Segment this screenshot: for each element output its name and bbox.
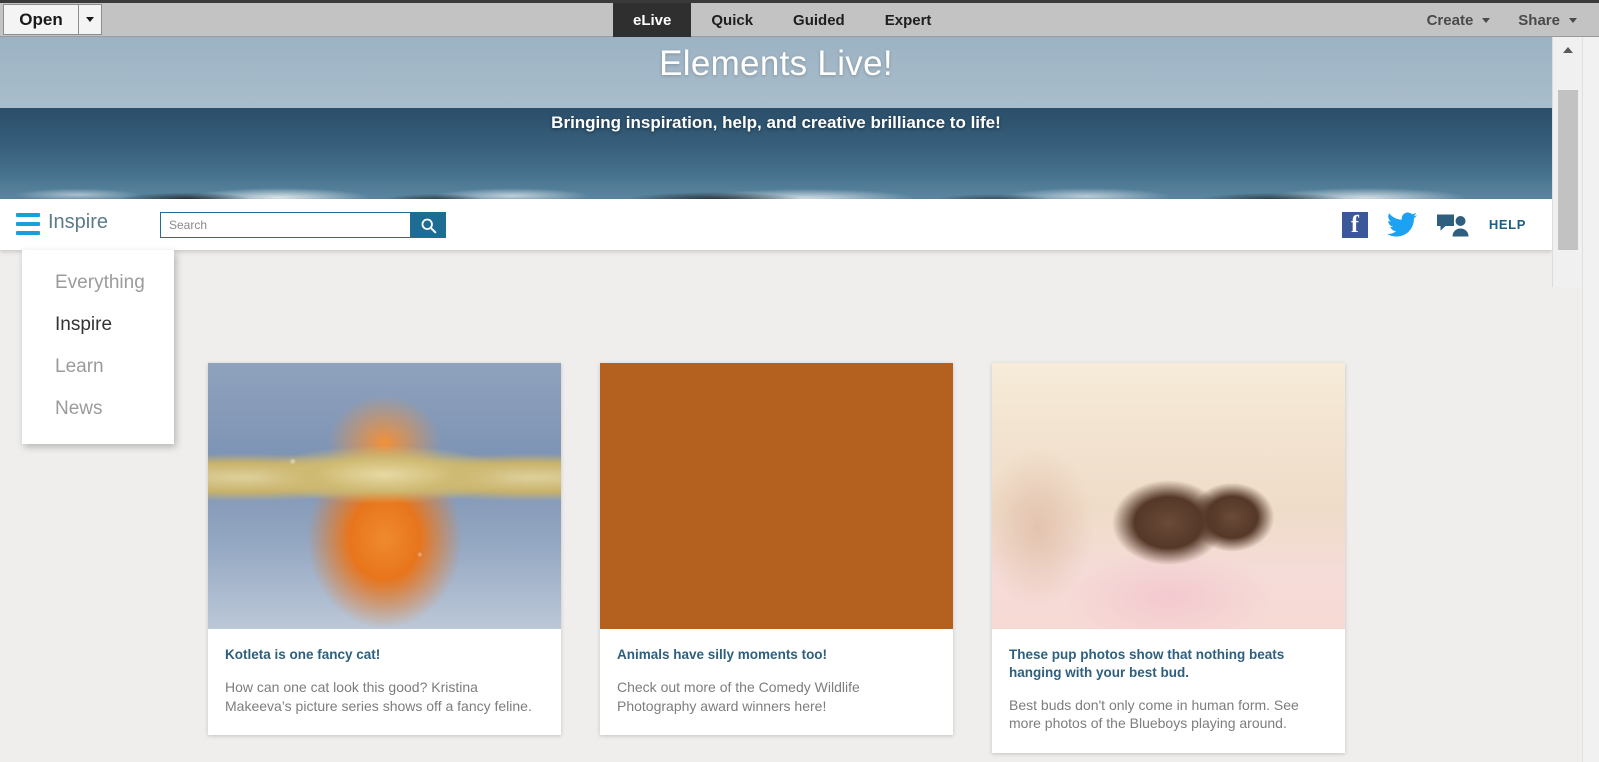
application-toolbar: Open eLive Quick Guided Expert Create Sh…: [0, 0, 1599, 37]
facebook-icon[interactable]: f: [1341, 211, 1368, 238]
current-section-label[interactable]: Inspire: [48, 211, 108, 234]
hero-rocks: [0, 179, 1552, 199]
cat-with-fish-photo: [208, 363, 561, 629]
page-title: Elements Live!: [659, 44, 893, 83]
nav-right-icons: f HELP: [1341, 199, 1526, 250]
open-dropdown-button[interactable]: [78, 4, 102, 35]
elive-web-panel: Elements Live! Bringing inspiration, hel…: [0, 37, 1582, 762]
caret-up-icon: [1563, 46, 1573, 53]
scrollbar-thumb[interactable]: [1558, 90, 1578, 250]
window-scrollbar[interactable]: [1582, 37, 1599, 762]
site-navigation-bar: Inspire f HELP: [0, 199, 1552, 250]
card-pups[interactable]: These pup photos show that nothing beats…: [992, 363, 1345, 754]
card-kotleta[interactable]: Kotleta is one fancy cat! How can one ca…: [208, 363, 561, 736]
card-description: Check out more of the Comedy Wildlife Ph…: [617, 678, 860, 714]
search-icon: [421, 218, 436, 233]
search-button[interactable]: [410, 212, 446, 238]
section-dropdown-menu: Everything Inspire Learn News: [22, 250, 174, 444]
scroll-up-button[interactable]: [1553, 37, 1582, 62]
mode-tab-bar: eLive Quick Guided Expert: [613, 3, 951, 37]
card-body: These pup photos show that nothing beats…: [992, 629, 1345, 753]
content-grid: Kotleta is one fancy cat! How can one ca…: [0, 250, 1552, 762]
create-menu-label: Create: [1426, 11, 1474, 29]
menu-item-learn[interactable]: Learn: [22, 346, 174, 388]
tab-expert[interactable]: Expert: [865, 3, 952, 37]
create-menu[interactable]: Create: [1419, 12, 1499, 29]
card-description: How can one cat look this good? Kristina…: [225, 678, 532, 714]
card-title[interactable]: These pup photos show that nothing beats…: [1009, 646, 1328, 682]
card-silly-animals[interactable]: Animals have silly moments too! Check ou…: [600, 363, 953, 736]
tab-quick[interactable]: Quick: [691, 3, 773, 37]
card-title[interactable]: Kotleta is one fancy cat!: [225, 646, 544, 664]
facebook-glyph: f: [1350, 211, 1359, 238]
card-description: Best buds don't only come in human form.…: [1009, 696, 1299, 732]
page-subtitle: Bringing inspiration, help, and creative…: [551, 113, 1001, 132]
open-button[interactable]: Open: [3, 4, 78, 35]
card-title[interactable]: Animals have silly moments too!: [617, 646, 936, 664]
chevron-down-icon: [86, 17, 94, 22]
card-body: Animals have silly moments too! Check ou…: [600, 629, 953, 735]
panel-scrollbar[interactable]: [1552, 37, 1582, 287]
menu-item-news[interactable]: News: [22, 388, 174, 430]
menu-item-everything[interactable]: Everything: [22, 262, 174, 304]
sleeping-puppies-photo: [992, 363, 1345, 629]
chevron-down-icon: [1482, 17, 1491, 23]
card-body: Kotleta is one fancy cat! How can one ca…: [208, 629, 561, 735]
dancing-lemur-photo: [600, 363, 953, 629]
search-input[interactable]: [160, 212, 410, 238]
hamburger-icon[interactable]: [16, 213, 40, 235]
twitter-icon[interactable]: [1386, 211, 1417, 238]
share-menu-label: Share: [1518, 11, 1560, 29]
help-link[interactable]: HELP: [1489, 217, 1526, 232]
chevron-down-icon: [1569, 17, 1577, 23]
hero-banner: Elements Live! Bringing inspiration, hel…: [0, 37, 1552, 199]
toolbar-right-menus: Create Share: [1419, 3, 1585, 37]
community-icon[interactable]: [1436, 213, 1470, 237]
menu-item-inspire[interactable]: Inspire: [22, 304, 174, 346]
tab-guided[interactable]: Guided: [773, 3, 865, 37]
tab-elive[interactable]: eLive: [613, 3, 692, 37]
search-bar: [160, 212, 446, 238]
share-menu[interactable]: Share: [1510, 12, 1585, 29]
